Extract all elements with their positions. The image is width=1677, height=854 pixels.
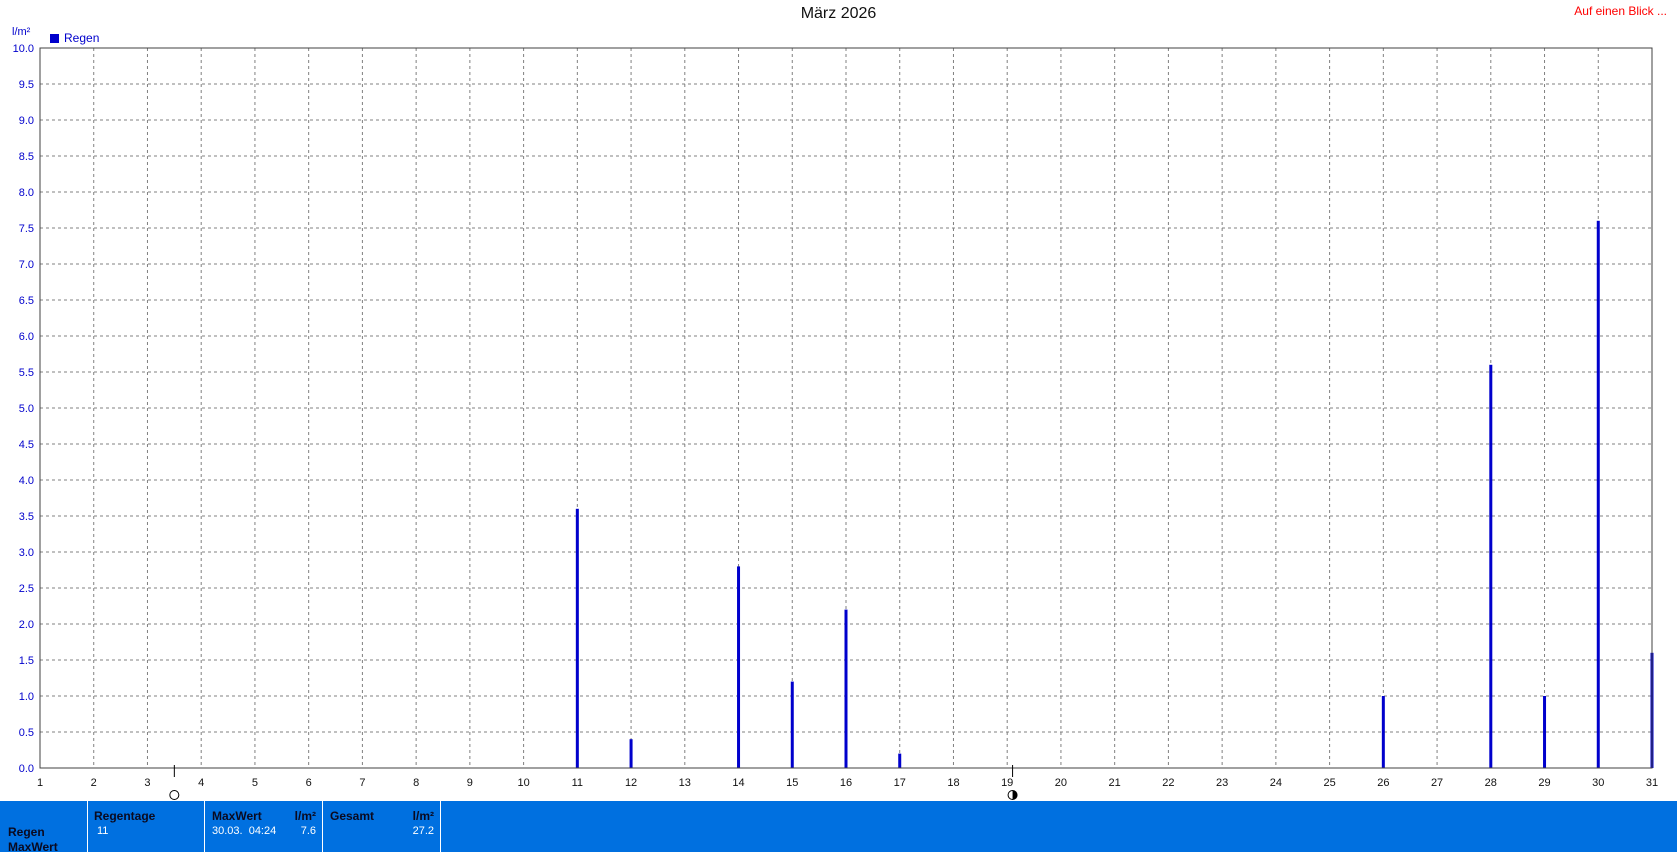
footer-row-labels: Regen MaxWert: [0, 801, 88, 854]
legend-label-regen: Regen: [64, 31, 100, 45]
rain-bar: [1489, 364, 1493, 768]
rain-bar: [737, 566, 741, 768]
rain-bar: [898, 753, 902, 768]
x-tick-label: 16: [840, 777, 852, 789]
x-tick-label: 25: [1323, 777, 1335, 789]
x-tick-label: 18: [947, 777, 959, 789]
footer-regentage: Regentage 11: [87, 801, 205, 852]
last-quarter-moon-icon: [1007, 790, 1018, 800]
y-tick-label: 9.5: [19, 79, 34, 91]
y-tick-label: 8.5: [19, 151, 34, 163]
x-tick-label: 30: [1592, 777, 1604, 789]
x-tick-label: 20: [1055, 777, 1067, 789]
y-tick-label: 5.5: [19, 367, 34, 379]
x-tick-label: 27: [1431, 777, 1443, 789]
y-tick-label: 3.5: [19, 511, 34, 523]
y-tick-label: 1.0: [19, 691, 34, 703]
y-tick-label: 8.0: [19, 187, 34, 199]
x-tick-label: 23: [1216, 777, 1228, 789]
footer-row-label-regen: Regen: [8, 825, 45, 839]
maxwert-label: MaxWert: [212, 809, 262, 823]
rain-bar: [1596, 220, 1600, 769]
rain-chart: 0.0 0.5 1.0 1.5 2.0 2.5 3.0 3.5 4.0 4.5 5.0 5.5 6.0 6…: [13, 43, 1658, 800]
gesamt-label: Gesamt: [330, 809, 375, 823]
y-tick-label: 6.5: [19, 295, 34, 307]
x-tick-label: 4: [198, 777, 204, 789]
overview-link[interactable]: Auf einen Blick ...: [1574, 4, 1667, 18]
gesamt-value: 27.2: [412, 825, 434, 837]
x-tick-label: 14: [732, 777, 744, 789]
y-tick-label: 10.0: [13, 43, 34, 55]
x-tick-label: 13: [679, 777, 691, 789]
summary-footer: Regen MaxWert Regentage 11 MaxWert l/m² …: [0, 801, 1677, 854]
y-tick-label: 9.0: [19, 115, 34, 127]
y-tick-label: 6.0: [19, 331, 34, 343]
x-tick-label: 29: [1538, 777, 1550, 789]
maxwert-value: 7.6: [300, 825, 316, 837]
maxwert-date: 30.03. 04:24: [212, 825, 277, 837]
x-tick-label: 6: [306, 777, 312, 789]
x-axis-ticks: 1 2 3 4 5 6 7 8 9 10 11 12 13 14 15 16 17 18 19 20 21 22 23 24 2…: [37, 777, 1658, 789]
x-tick-label: 24: [1270, 777, 1282, 789]
y-tick-label: 4.5: [19, 439, 34, 451]
footer-gesamt: Gesamt l/m² 27.2: [323, 801, 441, 852]
y-axis-unit-label: l/m²: [12, 26, 31, 38]
x-tick-label: 10: [517, 777, 529, 789]
rain-bar: [790, 681, 794, 768]
y-tick-label: 5.0: [19, 403, 34, 415]
rain-bar: [575, 508, 579, 768]
y-tick-label: 1.5: [19, 655, 34, 667]
regentage-label: Regentage: [94, 809, 156, 823]
x-tick-label: 3: [144, 777, 150, 789]
legend: Regen: [50, 31, 99, 45]
x-tick-label: 2: [91, 777, 97, 789]
x-tick-label: 21: [1109, 777, 1121, 789]
moon-phase-markers: [169, 765, 1018, 800]
legend-swatch-regen: [50, 33, 59, 43]
rain-bar: [844, 609, 848, 768]
rain-bar: [1543, 696, 1547, 768]
regentage-value: 11: [97, 825, 109, 837]
chart-title: März 2026: [800, 5, 877, 22]
x-tick-label: 28: [1485, 777, 1497, 789]
y-axis-ticks: 0.0 0.5 1.0 1.5 2.0 2.5 3.0 3.5 4.0 4.5 5.0 5.5 6.0 6…: [13, 43, 34, 775]
y-tick-label: 7.5: [19, 223, 34, 235]
x-tick-label: 9: [467, 777, 473, 789]
y-tick-label: 2.0: [19, 619, 34, 631]
y-tick-label: 0.0: [19, 763, 34, 775]
x-tick-label: 8: [413, 777, 419, 789]
y-tick-label: 3.0: [19, 547, 34, 559]
x-tick-label: 7: [359, 777, 365, 789]
y-tick-label: 2.5: [19, 583, 34, 595]
x-tick-label: 1: [37, 777, 43, 789]
gesamt-unit: l/m²: [412, 809, 434, 823]
x-tick-label: 5: [252, 777, 258, 789]
maxwert-unit: l/m²: [294, 809, 316, 823]
x-tick-label: 31: [1646, 777, 1658, 789]
y-tick-label: 7.0: [19, 259, 34, 271]
full-moon-icon: [169, 790, 180, 800]
y-tick-label: 0.5: [19, 727, 34, 739]
x-tick-label: 15: [786, 777, 798, 789]
x-tick-label: 26: [1377, 777, 1389, 789]
y-tick-label: 4.0: [19, 475, 34, 487]
x-tick-label: 19: [1001, 777, 1013, 789]
x-tick-label: 22: [1162, 777, 1174, 789]
rain-bar: [629, 739, 633, 768]
x-tick-label: 12: [625, 777, 637, 789]
footer-maxwert: MaxWert l/m² 30.03. 04:24 7.6: [205, 801, 323, 852]
x-tick-label: 11: [572, 777, 583, 789]
x-tick-label: 17: [894, 777, 906, 789]
rain-bar: [1381, 696, 1385, 768]
